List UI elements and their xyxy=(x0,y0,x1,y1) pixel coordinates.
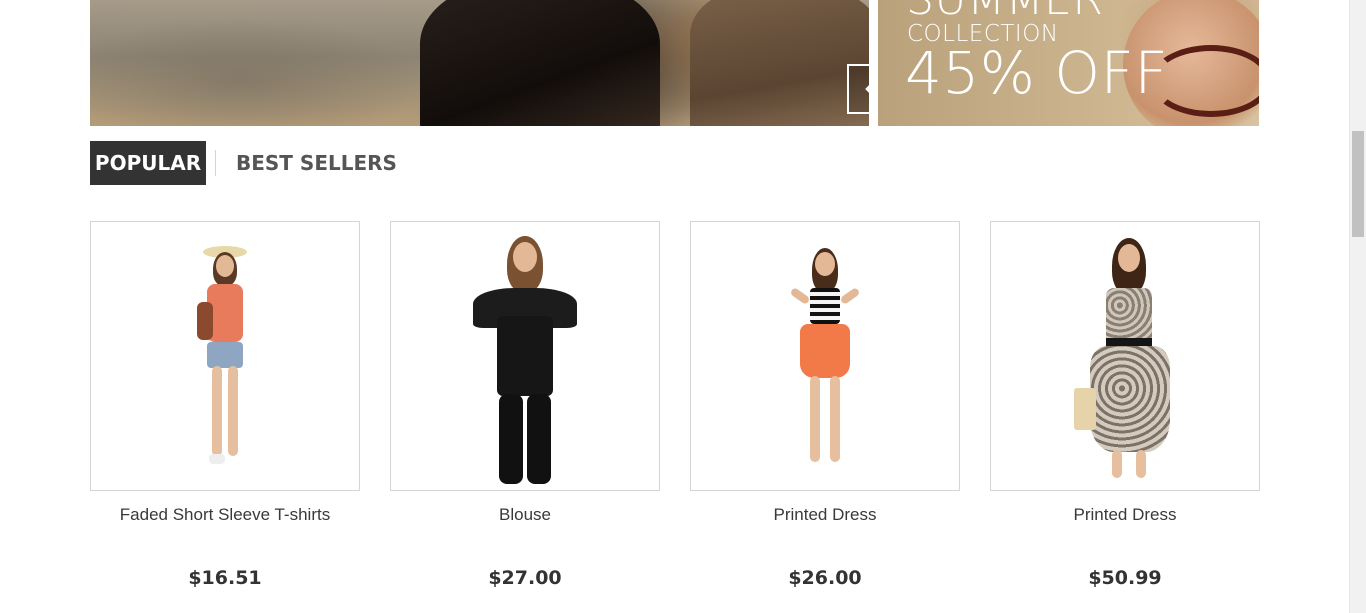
product-name[interactable]: Printed Dress xyxy=(990,505,1260,525)
tab-divider xyxy=(215,150,216,176)
product-name[interactable]: Blouse xyxy=(390,505,660,525)
product-photo xyxy=(1060,238,1190,478)
banner-model-image-2 xyxy=(690,0,869,126)
product-photo xyxy=(185,242,265,482)
scrollbar-thumb[interactable] xyxy=(1352,131,1364,237)
product-card: Printed Dress $26.00 xyxy=(690,221,960,589)
product-photo xyxy=(780,248,870,473)
product-image[interactable] xyxy=(690,221,960,491)
product-price: $50.99 xyxy=(1088,567,1162,589)
product-name[interactable]: Faded Short Sleeve T-shirts xyxy=(90,505,360,525)
product-card: Printed Dress $50.99 xyxy=(990,221,1260,589)
product-image[interactable] xyxy=(90,221,360,491)
promo-headline: SUMMER xyxy=(906,0,1103,22)
product-image[interactable] xyxy=(390,221,660,491)
product-card: Faded Short Sleeve T-shirts $16.51 xyxy=(90,221,360,589)
product-price: $26.00 xyxy=(788,567,862,589)
product-photo xyxy=(465,236,585,486)
tab-best-sellers[interactable]: BEST SELLERS xyxy=(226,141,407,185)
product-image[interactable] xyxy=(990,221,1260,491)
product-price: $16.51 xyxy=(188,567,262,589)
banner-model-image xyxy=(420,0,660,126)
product-tabs: POPULAR BEST SELLERS xyxy=(90,141,407,185)
product-name[interactable]: Printed Dress xyxy=(690,505,960,525)
product-card: Blouse $27.00 xyxy=(390,221,660,589)
promo-banner[interactable]: SUMMER COLLECTION 45% OFF xyxy=(878,0,1259,126)
promo-offer: 45% OFF xyxy=(905,39,1169,107)
chevron-left-icon xyxy=(864,84,869,94)
tab-popular[interactable]: POPULAR xyxy=(90,141,206,185)
page-scrollbar[interactable] xyxy=(1349,0,1366,613)
hero-slider-banner[interactable] xyxy=(90,0,869,126)
product-price: $27.00 xyxy=(488,567,562,589)
slider-prev-button[interactable] xyxy=(847,64,869,114)
